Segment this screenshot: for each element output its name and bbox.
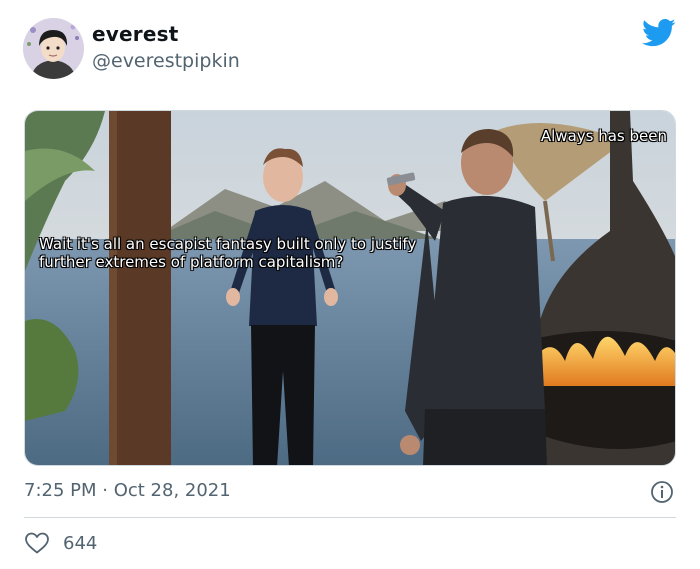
- divider: [24, 517, 676, 518]
- avatar-cartoon-icon: [23, 18, 84, 79]
- twitter-bird-icon[interactable]: [642, 18, 676, 48]
- heart-icon: [25, 532, 49, 554]
- avatar[interactable]: [23, 18, 84, 79]
- user-handle[interactable]: @everestpipkin: [92, 50, 240, 72]
- tweet-timestamp[interactable]: 7:25 PM · Oct 28, 2021: [24, 480, 231, 501]
- like-count: 644: [63, 532, 98, 554]
- info-icon[interactable]: [650, 480, 674, 504]
- like-button[interactable]: 644: [24, 530, 97, 556]
- tweet-card: everest @everestpipkin Wait it's all an …: [0, 0, 700, 569]
- meme-scene: [25, 111, 675, 465]
- display-name[interactable]: everest: [92, 22, 178, 46]
- tweet-image[interactable]: Wait it's all an escapist fantasy built …: [24, 110, 676, 466]
- meme-caption-right: Always has been: [540, 127, 667, 145]
- meme-caption-left: Wait it's all an escapist fantasy built …: [39, 235, 417, 271]
